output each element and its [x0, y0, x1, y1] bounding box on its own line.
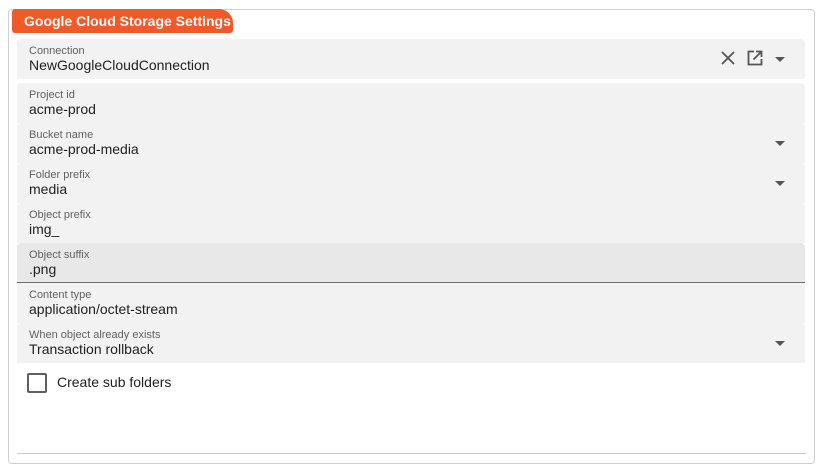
project-id-value: acme-prod	[29, 101, 96, 117]
connection-field[interactable]: Connection NewGoogleCloudConnection	[17, 39, 805, 79]
object-suffix-label: Object suffix	[29, 249, 90, 261]
create-sub-folders-checkbox[interactable]	[27, 373, 47, 393]
connection-label: Connection	[29, 45, 85, 57]
bucket-name-field[interactable]: Bucket name acme-prod-media	[17, 123, 805, 163]
object-suffix-value: .png	[29, 261, 57, 277]
content-type-label: Content type	[29, 289, 92, 301]
open-in-new-icon[interactable]	[746, 49, 764, 67]
chevron-down-icon[interactable]	[775, 341, 785, 346]
object-prefix-field[interactable]: Object prefix img_	[17, 203, 805, 243]
object-prefix-value: img_	[29, 221, 60, 237]
when-exists-value: Transaction rollback	[29, 341, 154, 357]
chevron-down-icon[interactable]	[775, 141, 785, 146]
chevron-down-icon[interactable]	[775, 57, 785, 62]
connection-value: NewGoogleCloudConnection	[29, 57, 210, 73]
content-type-value: application/octet-stream	[29, 301, 178, 317]
create-sub-folders-label[interactable]: Create sub folders	[57, 374, 171, 390]
project-id-label: Project id	[29, 89, 75, 101]
chevron-down-icon[interactable]	[775, 181, 785, 186]
panel-title: Google Cloud Storage Settings	[12, 9, 233, 33]
object-suffix-field[interactable]: Object suffix .png	[17, 243, 805, 283]
when-exists-label: When object already exists	[29, 329, 161, 341]
folder-prefix-value: media	[29, 181, 68, 197]
divider	[17, 453, 806, 454]
bucket-name-label: Bucket name	[29, 129, 94, 141]
object-prefix-label: Object prefix	[29, 209, 91, 221]
bucket-name-value: acme-prod-media	[29, 141, 139, 157]
project-id-field[interactable]: Project id acme-prod	[17, 83, 805, 123]
folder-prefix-label: Folder prefix	[29, 169, 91, 181]
when-exists-field[interactable]: When object already exists Transaction r…	[17, 323, 805, 363]
content-type-field[interactable]: Content type application/octet-stream	[17, 283, 805, 323]
folder-prefix-field[interactable]: Folder prefix media	[17, 163, 805, 203]
close-icon[interactable]	[719, 49, 737, 67]
